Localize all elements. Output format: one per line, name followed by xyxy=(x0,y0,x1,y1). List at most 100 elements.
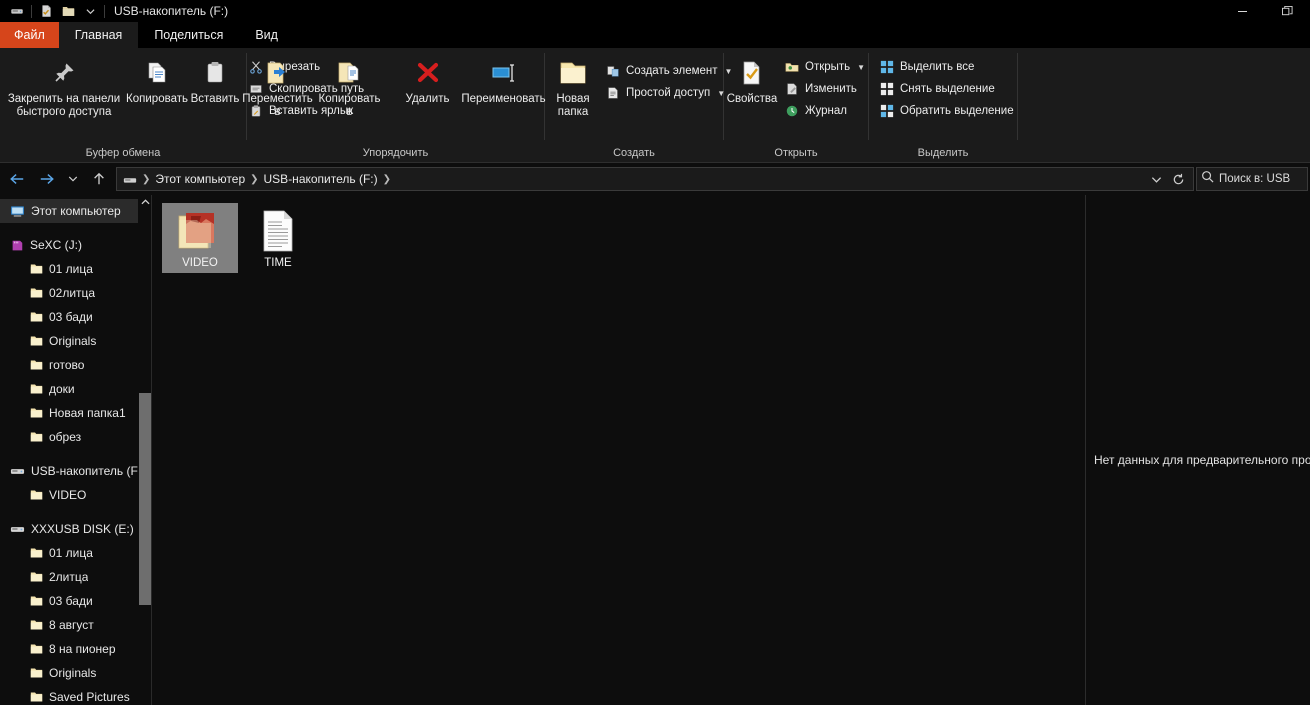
tab-file[interactable]: Файл xyxy=(0,22,59,48)
file-explorer-window: USB-накопитель (F:) Файл Главная Поделит… xyxy=(0,0,1310,705)
new-item-button[interactable]: Создать элемент ▼ xyxy=(601,60,736,82)
sd-card-icon xyxy=(10,239,24,252)
sidebar-item-label: SeXC (J:) xyxy=(30,238,83,252)
up-button[interactable] xyxy=(84,164,114,194)
properties-button[interactable]: Свойства xyxy=(724,54,780,108)
sidebar-item-originals[interactable]: Originals xyxy=(0,329,152,353)
sidebar-item-01-лица[interactable]: 01 лица xyxy=(0,257,152,281)
refresh-icon[interactable] xyxy=(1167,168,1189,190)
sidebar-item-video[interactable]: VIDEO xyxy=(0,483,152,507)
breadcrumb-drive-icon[interactable] xyxy=(121,172,141,186)
open-button[interactable]: Открыть ▼ xyxy=(780,56,869,78)
sidebar-item-usb-накопитель-f[interactable]: USB-накопитель (F xyxy=(0,459,152,483)
folder-icon xyxy=(30,643,43,655)
folder-icon xyxy=(30,335,43,347)
move-to-icon xyxy=(263,56,293,90)
folder-icon xyxy=(30,691,43,703)
breadcrumb-this-pc[interactable]: Этот компьютер xyxy=(151,172,249,186)
breadcrumb-separator-2[interactable]: ❯ xyxy=(249,174,259,185)
sidebar-item-доки[interactable]: доки xyxy=(0,377,152,401)
breadcrumb-separator-1[interactable]: ❯ xyxy=(141,174,151,185)
sidebar-item-03-бади[interactable]: 03 бади xyxy=(0,589,152,613)
tab-home[interactable]: Главная xyxy=(58,22,139,48)
invert-selection-button[interactable]: Обратить выделение xyxy=(875,100,1018,122)
sidebar-item-saved-pictures[interactable]: Saved Pictures xyxy=(0,685,152,705)
drive-icon[interactable] xyxy=(6,0,28,22)
move-to-button[interactable]: Переместить в xyxy=(242,54,314,120)
minimize-icon[interactable] xyxy=(1220,0,1265,22)
sidebar-item-01-лица[interactable]: 01 лица xyxy=(0,541,152,565)
sidebar-item-8-август[interactable]: 8 август xyxy=(0,613,152,637)
copy-to-button[interactable]: Копировать в xyxy=(314,54,386,120)
breadcrumb-separator-3[interactable]: ❯ xyxy=(382,174,392,185)
rename-button[interactable]: Переименовать xyxy=(458,54,550,108)
delete-button[interactable]: Удалить xyxy=(398,54,458,108)
navigation-pane[interactable]: Этот компьютер SeXC (J:) 01 лица 02литца 03 … xyxy=(0,195,152,705)
move-to-label: Переместить в xyxy=(242,93,313,118)
ribbon-group-open: Свойства Открыть ▼ Изменить Журнал Откры… xyxy=(724,48,868,162)
sidebar-item-label: 03 бади xyxy=(49,594,93,608)
select-none-button[interactable]: Снять выделение xyxy=(875,78,1018,100)
tab-share[interactable]: Поделиться xyxy=(138,22,239,48)
forward-button[interactable] xyxy=(32,164,62,194)
sidebar-item-02литца[interactable]: 02литца xyxy=(0,281,152,305)
back-button[interactable] xyxy=(2,164,32,194)
new-folder-button[interactable]: Новая папка xyxy=(545,54,601,120)
delete-label: Удалить xyxy=(405,93,450,105)
sidebar-item-originals[interactable]: Originals xyxy=(0,661,152,685)
sidebar-item-label: готово xyxy=(49,358,85,372)
sidebar-item-label: 02литца xyxy=(49,286,96,300)
recent-locations-button[interactable] xyxy=(62,164,84,194)
quick-access-toolbar[interactable] xyxy=(6,0,108,22)
address-bar[interactable]: ❯ Этот компьютер ❯ USB-накопитель (F:) ❯ xyxy=(116,167,1194,191)
restore-icon[interactable] xyxy=(1265,0,1310,22)
easy-access-icon xyxy=(605,85,621,101)
sidebar-item-label: 8 август xyxy=(49,618,94,632)
search-input[interactable]: Поиск в: USB xyxy=(1196,167,1308,191)
sidebar-item-2литца[interactable]: 2литца xyxy=(0,565,152,589)
ribbon-group-select: Выделить все Снять выделение Обратить вы… xyxy=(869,48,1017,162)
window-controls[interactable] xyxy=(1220,0,1310,22)
sidebar-item-xxxusb-disk-e[interactable]: XXXUSB DISK (E:) xyxy=(0,517,152,541)
file-item-time[interactable]: TIME xyxy=(240,203,316,273)
open-label: Открыть xyxy=(805,61,851,73)
file-list-view[interactable]: VIDEO TIME xyxy=(152,195,1085,705)
folder-tree[interactable]: Этот компьютер SeXC (J:) 01 лица 02литца 03 … xyxy=(0,199,152,705)
history-button[interactable]: Журнал xyxy=(780,100,869,122)
navigation-pane-scrollbar[interactable] xyxy=(138,195,152,705)
edit-button[interactable]: Изменить xyxy=(780,78,869,100)
invert-selection-icon xyxy=(879,103,895,119)
pin-to-quick-access-button[interactable]: Закрепить на панели быстрого доступа xyxy=(0,54,128,120)
sidebar-item-label: 03 бади xyxy=(49,310,93,324)
select-group-label: Выделить xyxy=(917,147,969,159)
open-chevron-down-icon[interactable]: ▼ xyxy=(857,63,865,72)
sidebar-item-03-бади[interactable]: 03 бади xyxy=(0,305,152,329)
qat-chevron-down-icon[interactable] xyxy=(79,0,101,22)
scroll-up-icon[interactable] xyxy=(138,195,152,209)
select-all-button[interactable]: Выделить все xyxy=(875,56,1018,78)
sidebar-item-новая-папка1[interactable]: Новая папка1 xyxy=(0,401,152,425)
sidebar-item-label: Saved Pictures xyxy=(49,690,130,704)
address-history-chevron-down-icon[interactable] xyxy=(1145,168,1167,190)
copy-button[interactable]: Копировать xyxy=(126,54,188,108)
rename-icon xyxy=(489,56,519,90)
drive-icon xyxy=(10,523,25,535)
breadcrumb[interactable]: ❯ Этот компьютер ❯ USB-накопитель (F:) ❯ xyxy=(121,172,1145,186)
sidebar-item-обрез[interactable]: обрез xyxy=(0,425,152,449)
sidebar-item-готово[interactable]: готово xyxy=(0,353,152,377)
breadcrumb-usb-drive[interactable]: USB-накопитель (F:) xyxy=(260,172,382,186)
new-folder-icon[interactable] xyxy=(57,0,79,22)
ribbon-tab-bar[interactable]: Файл Главная Поделиться Вид xyxy=(0,22,1310,48)
easy-access-button[interactable]: Простой доступ ▼ xyxy=(601,82,736,104)
tab-view[interactable]: Вид xyxy=(239,22,294,48)
properties-icon[interactable] xyxy=(35,0,57,22)
sidebar-item-sexc-j[interactable]: SeXC (J:) xyxy=(0,233,152,257)
scrollbar-thumb[interactable] xyxy=(139,393,151,605)
new-folder-label: Новая папка xyxy=(556,93,590,118)
sidebar-item-8-на-пионер[interactable]: 8 на пионер xyxy=(0,637,152,661)
file-item-video[interactable]: VIDEO xyxy=(162,203,238,273)
open-group-label: Открыть xyxy=(774,147,818,159)
sidebar-item-этот-компьютер[interactable]: Этот компьютер xyxy=(0,199,146,223)
paste-button[interactable]: Вставить xyxy=(186,54,244,108)
paste-icon xyxy=(202,56,228,90)
